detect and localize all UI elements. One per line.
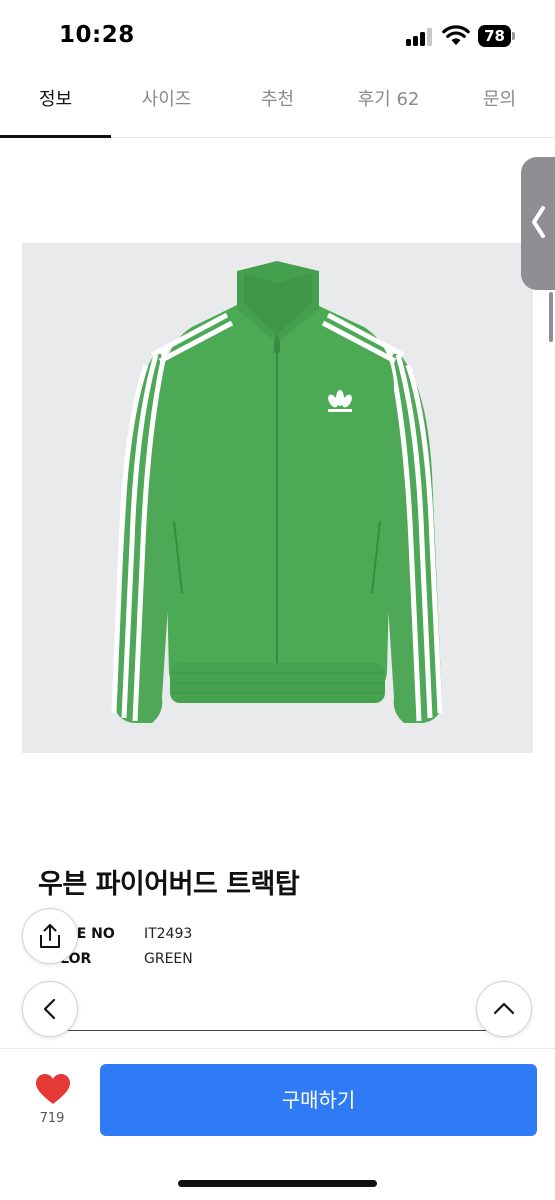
chevron-up-icon [493,1002,515,1015]
tab-recommend[interactable]: 추천 [222,72,333,137]
green-track-jacket-image [111,261,443,723]
battery-level: 78 [478,25,511,47]
status-time: 10:28 [59,22,135,48]
tab-info[interactable]: 정보 [0,72,111,137]
active-tab-indicator [0,135,111,138]
product-image[interactable] [22,243,533,753]
tab-reviews[interactable]: 후기 62 [333,72,444,137]
tab-bar: 정보 사이즈 추천 후기 62 문의 [0,72,555,138]
tab-inquiry[interactable]: 문의 [444,72,555,137]
back-button[interactable] [22,981,78,1037]
share-button[interactable] [22,908,78,964]
like-count: 719 [39,1111,65,1126]
spec-value-style-no: IT2493 [144,926,193,942]
scroll-indicator [549,292,553,342]
buy-button[interactable]: 구매하기 [100,1064,537,1136]
battery-indicator: 78 [478,25,515,47]
status-bar: 10:28 78 [0,0,555,72]
heart-icon[interactable] [35,1073,71,1105]
chevron-left-icon [532,206,545,238]
product-title: 우븐 파이어버드 트랙탑 [38,869,300,900]
chevron-left-icon [43,998,56,1020]
cellular-signal-icon [406,28,434,46]
spec-value-color: GREEN [144,951,193,967]
scroll-top-button[interactable] [476,981,532,1037]
share-icon [40,924,60,948]
wifi-icon [442,25,470,45]
side-drawer-handle[interactable] [521,157,555,290]
tab-size[interactable]: 사이즈 [111,72,222,137]
divider [66,1030,488,1031]
home-indicator [178,1180,377,1187]
